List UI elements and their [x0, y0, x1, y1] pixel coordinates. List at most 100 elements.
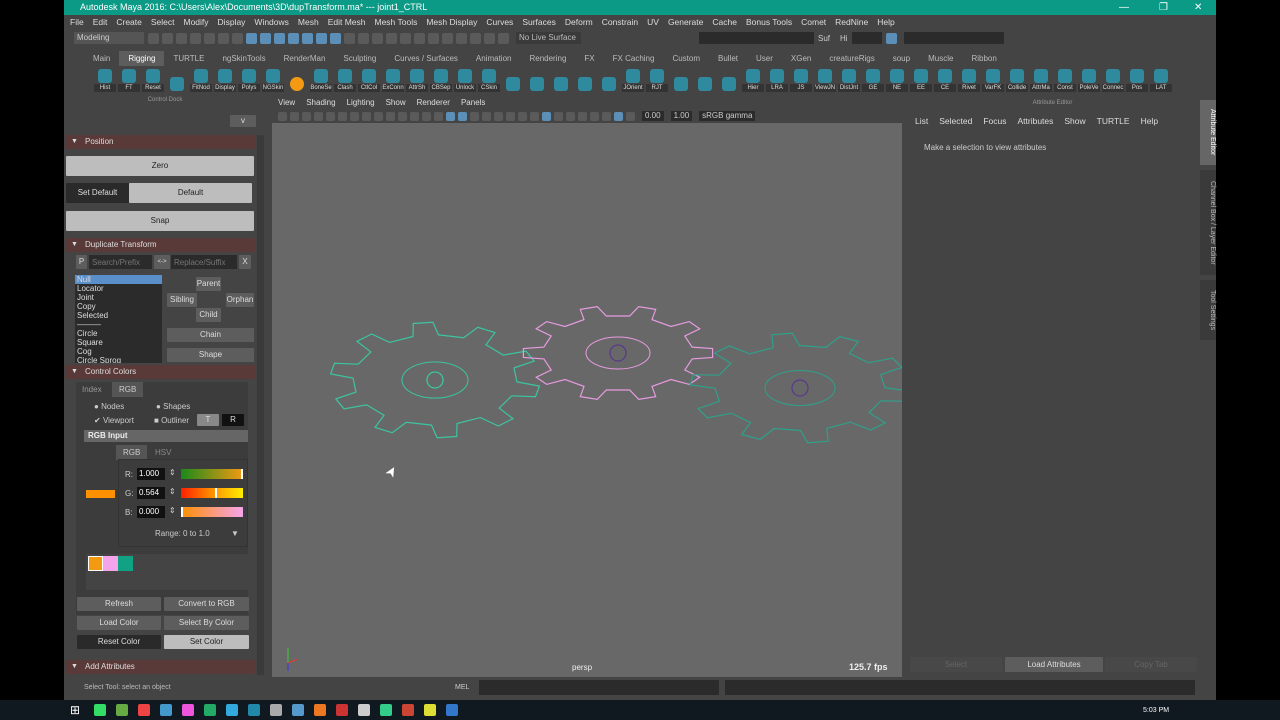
taskbar-app-icon[interactable]	[402, 704, 414, 716]
add-attributes-header[interactable]: Add Attributes	[65, 660, 255, 674]
viewport-scene[interactable]: ➤	[272, 123, 902, 677]
shelf-button[interactable]: Reset	[142, 69, 164, 92]
status-tool-icon[interactable]	[372, 33, 383, 44]
shelf-button[interactable]: JOrient	[622, 69, 644, 92]
viewport-exposure-field[interactable]: 0.00	[642, 111, 664, 121]
color-swatch[interactable]	[103, 556, 118, 571]
tab-rgb[interactable]: RGB	[112, 382, 143, 397]
viewport-tool-icon[interactable]	[374, 112, 383, 121]
viewport-tool-icon[interactable]	[410, 112, 419, 121]
set-color-button[interactable]: Set Color	[164, 635, 249, 649]
viewport-tool-icon[interactable]	[458, 112, 467, 121]
hi-field[interactable]	[852, 32, 882, 44]
shelf-button[interactable]	[670, 77, 692, 92]
shelf-button[interactable]: CtlCol	[358, 69, 380, 92]
windows-start-icon[interactable]: ⊞	[70, 703, 80, 717]
list-item[interactable]: Copy	[75, 302, 162, 311]
taskbar-app-icon[interactable]	[292, 704, 304, 716]
viewport-gamma-field[interactable]: 1.00	[671, 111, 693, 121]
shelf-button[interactable]: CBSep	[430, 69, 452, 92]
taskbar-app-icon[interactable]	[248, 704, 260, 716]
shelf-button[interactable]: AttrMa	[1030, 69, 1052, 92]
ae-menu-focus[interactable]: Focus	[983, 114, 1006, 129]
status-tool-icon[interactable]	[358, 33, 369, 44]
shelf-button[interactable]	[550, 77, 572, 92]
menu-mesh-tools[interactable]: Mesh Tools	[375, 15, 418, 30]
reset-color-button[interactable]: Reset Color	[77, 635, 161, 649]
channel-g-value[interactable]: 0.564	[137, 487, 165, 499]
side-tab-attribute-editor[interactable]: Attribute Editor	[1200, 100, 1216, 165]
viewport-menu-panels[interactable]: Panels	[461, 97, 485, 109]
shelf-button[interactable]: LRA	[766, 69, 788, 92]
shelf-tab-curves-surfaces[interactable]: Curves / Surfaces	[385, 51, 467, 66]
taskbar-app-icon[interactable]	[138, 704, 150, 716]
channel-r-stepper[interactable]: ⇕	[169, 468, 176, 477]
list-item[interactable]: Square	[75, 338, 162, 347]
ae-menu-selected[interactable]: Selected	[939, 114, 972, 129]
shelf-tab-fx[interactable]: FX	[575, 51, 603, 66]
chevron-down-icon[interactable]: ▼	[231, 529, 239, 538]
channel-b-value[interactable]: 0.000	[137, 506, 165, 518]
color-swatch[interactable]	[118, 556, 133, 571]
shelf-button[interactable]: Unlock	[454, 69, 476, 92]
shelf-button[interactable]	[694, 77, 716, 92]
status-tool-icon[interactable]	[274, 33, 285, 44]
taskbar-app-icon[interactable]	[424, 704, 436, 716]
menu-edit[interactable]: Edit	[93, 15, 108, 30]
menu-comet[interactable]: Comet	[801, 15, 826, 30]
clear-button[interactable]: X	[239, 255, 251, 269]
taskbar-app-icon[interactable]	[336, 704, 348, 716]
shelf-tab-fx-caching[interactable]: FX Caching	[604, 51, 664, 66]
nodes-radio[interactable]: ● Nodes	[94, 402, 124, 411]
shelf-button[interactable]: CSkin	[478, 69, 500, 92]
r-button[interactable]: R	[222, 414, 244, 426]
shelf-button[interactable]: Polys	[238, 69, 260, 92]
list-item[interactable]: Cog	[75, 347, 162, 356]
viewport-tool-icon[interactable]	[302, 112, 311, 121]
menu-cache[interactable]: Cache	[712, 15, 737, 30]
shelf-tab-xgen[interactable]: XGen	[782, 51, 820, 66]
shelf-tab-creaturerigs[interactable]: creatureRigs	[820, 51, 883, 66]
shelf-tab-ribbon[interactable]: Ribbon	[962, 51, 1005, 66]
menu-generate[interactable]: Generate	[668, 15, 703, 30]
command-line-input[interactable]	[479, 680, 719, 695]
viewport-menu-show[interactable]: Show	[386, 97, 406, 109]
viewport-tool-icon[interactable]	[434, 112, 443, 121]
ae-menu-turtle[interactable]: TURTLE	[1097, 114, 1130, 129]
viewport-tool-icon[interactable]	[626, 112, 635, 121]
slider-handle[interactable]	[215, 488, 217, 498]
shelf-tab-ngskintools[interactable]: ngSkinTools	[213, 51, 274, 66]
status-tool-icon[interactable]	[498, 33, 509, 44]
side-tab-channel-box[interactable]: Channel Box / Layer Editor	[1200, 170, 1216, 275]
shelf-button[interactable]: ViewJN	[814, 69, 836, 92]
viewport-tool-icon[interactable]	[482, 112, 491, 121]
viewport-tool-icon[interactable]	[506, 112, 515, 121]
shapes-radio[interactable]: ● Shapes	[156, 402, 190, 411]
viewport-tool-icon[interactable]	[290, 112, 299, 121]
set-default-button[interactable]: Set Default	[66, 183, 129, 203]
taskbar-app-icon[interactable]	[116, 704, 128, 716]
channel-b-slider[interactable]	[181, 507, 243, 517]
menu-rednine[interactable]: RedNine	[835, 15, 868, 30]
viewport-tool-icon[interactable]	[602, 112, 611, 121]
status-tool-icon[interactable]	[414, 33, 425, 44]
prefix-button[interactable]: P	[76, 255, 87, 269]
menu-uv[interactable]: UV	[647, 15, 659, 30]
gear-control[interactable]	[690, 333, 902, 443]
shelf-button[interactable]: AttrSh	[406, 69, 428, 92]
taskbar-app-icon[interactable]	[314, 704, 326, 716]
orphan-button[interactable]: Orphan	[226, 293, 254, 307]
taskbar-app-icon[interactable]	[182, 704, 194, 716]
zero-button[interactable]: Zero	[66, 156, 254, 176]
viewport-tool-icon[interactable]	[494, 112, 503, 121]
maximize-button[interactable]: ❐	[1159, 0, 1168, 15]
menu-surfaces[interactable]: Surfaces	[522, 15, 556, 30]
search-prefix-input[interactable]	[89, 255, 152, 269]
shelf-tab-soup[interactable]: soup	[884, 51, 919, 66]
menu-windows[interactable]: Windows	[254, 15, 288, 30]
list-item[interactable]: Selected	[75, 311, 162, 320]
shelf-tab-sculpting[interactable]: Sculpting	[334, 51, 385, 66]
type-list[interactable]: NullLocatorJointCopySelected———CircleSqu…	[75, 275, 162, 363]
menu-deform[interactable]: Deform	[565, 15, 593, 30]
shelf-button[interactable]: VarFK	[982, 69, 1004, 92]
